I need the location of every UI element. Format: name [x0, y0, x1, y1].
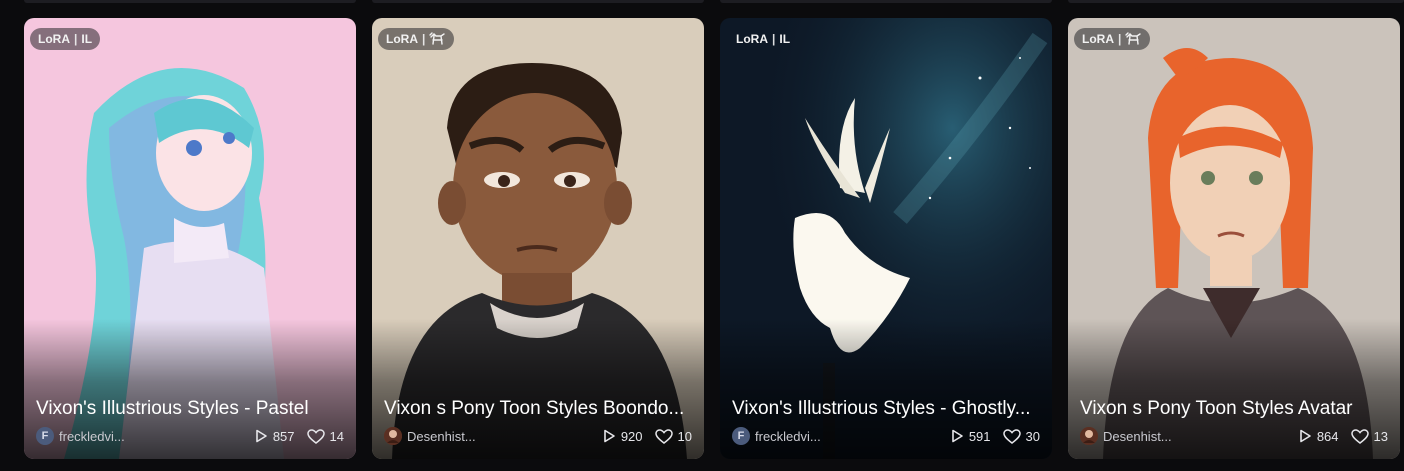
card-stats: 591 30: [950, 429, 1040, 444]
card-title[interactable]: Vixon s Pony Toon Styles Avatar: [1080, 397, 1388, 421]
play-icon: [254, 429, 268, 443]
play-icon: [1298, 429, 1312, 443]
heart-icon: [1350, 428, 1369, 444]
author-name[interactable]: freckledvi...: [755, 429, 821, 444]
avatar[interactable]: F: [36, 427, 54, 445]
download-count: 864: [1316, 428, 1339, 444]
card-title[interactable]: Vixon s Pony Toon Styles Boondo...: [384, 397, 692, 421]
pony-icon: [429, 32, 446, 46]
model-card[interactable]: LoRA | IL Vixon's Illustrious Styles - P…: [24, 18, 356, 459]
card-stats: 920 10: [602, 429, 692, 444]
avatar[interactable]: F: [732, 427, 750, 445]
model-card-grid: LoRA | IL Vixon's Illustrious Styles - P…: [24, 18, 1404, 459]
badge-base-label: IL: [779, 32, 791, 46]
model-card[interactable]: LoRA | Vixon s Pony Toon Styles Avatar D…: [1068, 18, 1400, 459]
card-meta-row: F freckledvi... 857 14: [36, 426, 344, 446]
model-card[interactable]: LoRA | Vixon s Pony Toon Styles Boondo..…: [372, 18, 704, 459]
download-count: 920: [620, 428, 643, 444]
author-name[interactable]: freckledvi...: [59, 429, 125, 444]
avatar[interactable]: [1080, 427, 1098, 445]
like-count: 13: [1373, 428, 1388, 444]
badge-type-label: LoRA: [38, 32, 70, 46]
download-count: 857: [272, 428, 295, 444]
like-count: 14: [329, 428, 344, 444]
like-count: 30: [1025, 428, 1040, 444]
model-card[interactable]: LoRA | IL Vixon's Illustrious Styles - G…: [720, 18, 1052, 459]
badge-type-label: LoRA: [736, 32, 768, 46]
card-meta-row: Desenhist... 920 10: [384, 426, 692, 446]
card-title[interactable]: Vixon's Illustrious Styles - Pastel: [36, 397, 344, 421]
card-stats: 864 13: [1298, 429, 1388, 444]
heart-icon: [654, 428, 673, 444]
badge-base-label: IL: [81, 32, 93, 46]
card-stats: 857 14: [254, 429, 344, 444]
heart-icon: [1002, 428, 1021, 444]
previous-row-edge: [0, 0, 1404, 8]
avatar[interactable]: [384, 427, 402, 445]
badge-type-label: LoRA: [1082, 32, 1114, 46]
play-icon: [950, 429, 964, 443]
card-meta-row: F freckledvi... 591 30: [732, 426, 1040, 446]
author-name[interactable]: Desenhist...: [1103, 429, 1172, 444]
pony-icon: [1125, 32, 1142, 46]
author-name[interactable]: Desenhist...: [407, 429, 476, 444]
card-title[interactable]: Vixon's Illustrious Styles - Ghostly...: [732, 397, 1040, 421]
badge-type-label: LoRA: [386, 32, 418, 46]
like-count: 10: [677, 428, 692, 444]
model-type-badge: LoRA |: [1074, 28, 1151, 50]
card-meta-row: Desenhist... 864 13: [1080, 426, 1388, 446]
download-count: 591: [968, 428, 991, 444]
model-type-badge: LoRA | IL: [728, 28, 798, 50]
model-type-badge: LoRA | IL: [30, 28, 101, 50]
model-type-badge: LoRA |: [378, 28, 455, 50]
play-icon: [602, 429, 616, 443]
heart-icon: [306, 428, 325, 444]
